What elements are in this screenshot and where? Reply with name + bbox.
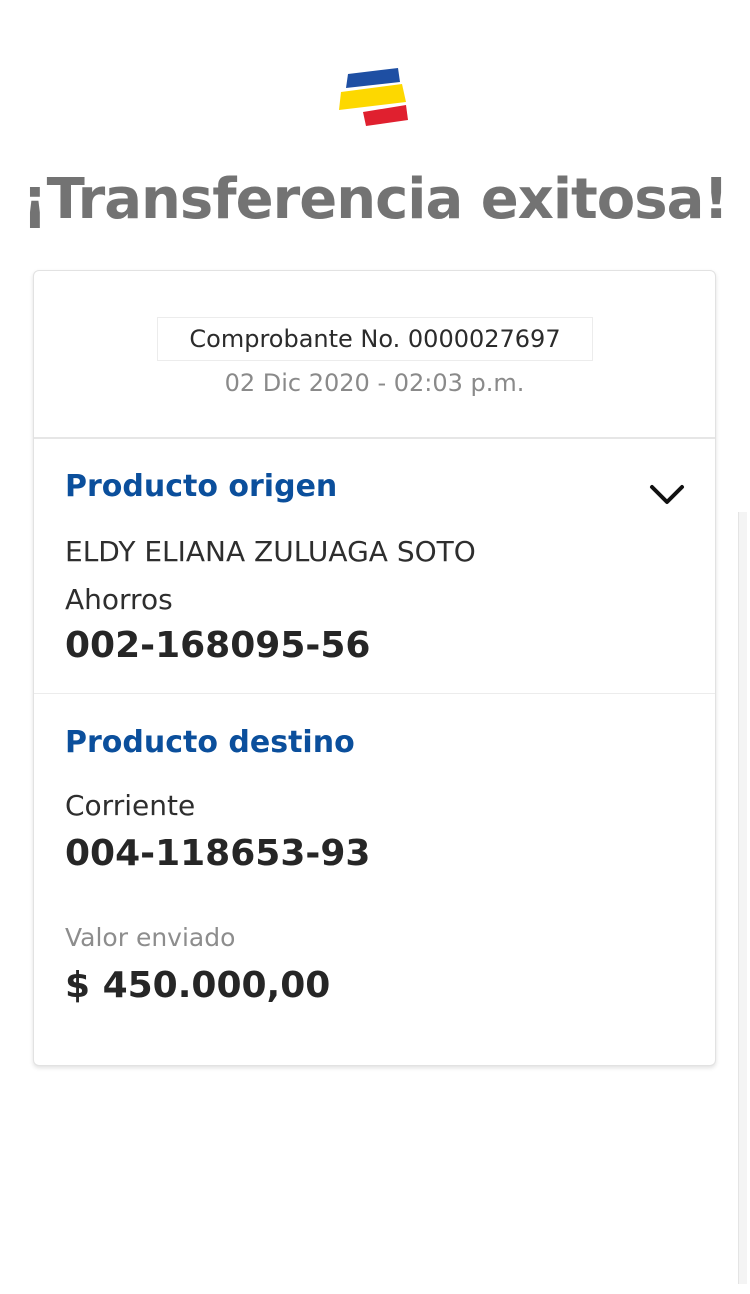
destination-section-title: Producto destino bbox=[65, 725, 355, 760]
origin-account-number: 002-168095-56 bbox=[65, 625, 371, 666]
bank-logo-icon bbox=[339, 68, 408, 126]
logo-yellow-stripe bbox=[339, 84, 406, 110]
origin-owner-name: ELDY ELIANA ZULUAGA SOTO bbox=[65, 535, 476, 568]
logo-red-stripe bbox=[363, 105, 408, 126]
section-divider bbox=[34, 693, 715, 694]
scrollbar-track[interactable] bbox=[738, 512, 747, 1284]
destination-account-type: Corriente bbox=[65, 789, 196, 822]
destination-account-number: 004-118653-93 bbox=[65, 833, 371, 874]
page-title: ¡Transferencia exitosa! bbox=[22, 167, 729, 232]
origin-account-type: Ahorros bbox=[65, 583, 173, 616]
amount-value: $ 450.000,00 bbox=[65, 965, 331, 1006]
chevron-down-icon[interactable] bbox=[649, 483, 685, 507]
origin-section-title: Producto origen bbox=[65, 469, 338, 504]
logo-blue-stripe bbox=[346, 68, 400, 88]
receipt-card: Comprobante No. 0000027697 02 Dic 2020 -… bbox=[33, 270, 716, 1066]
receipt-header: Comprobante No. 0000027697 02 Dic 2020 -… bbox=[34, 271, 715, 439]
receipt-date: 02 Dic 2020 - 02:03 p.m. bbox=[224, 369, 525, 397]
amount-label: Valor enviado bbox=[65, 923, 236, 952]
receipt-number: Comprobante No. 0000027697 bbox=[157, 317, 593, 361]
